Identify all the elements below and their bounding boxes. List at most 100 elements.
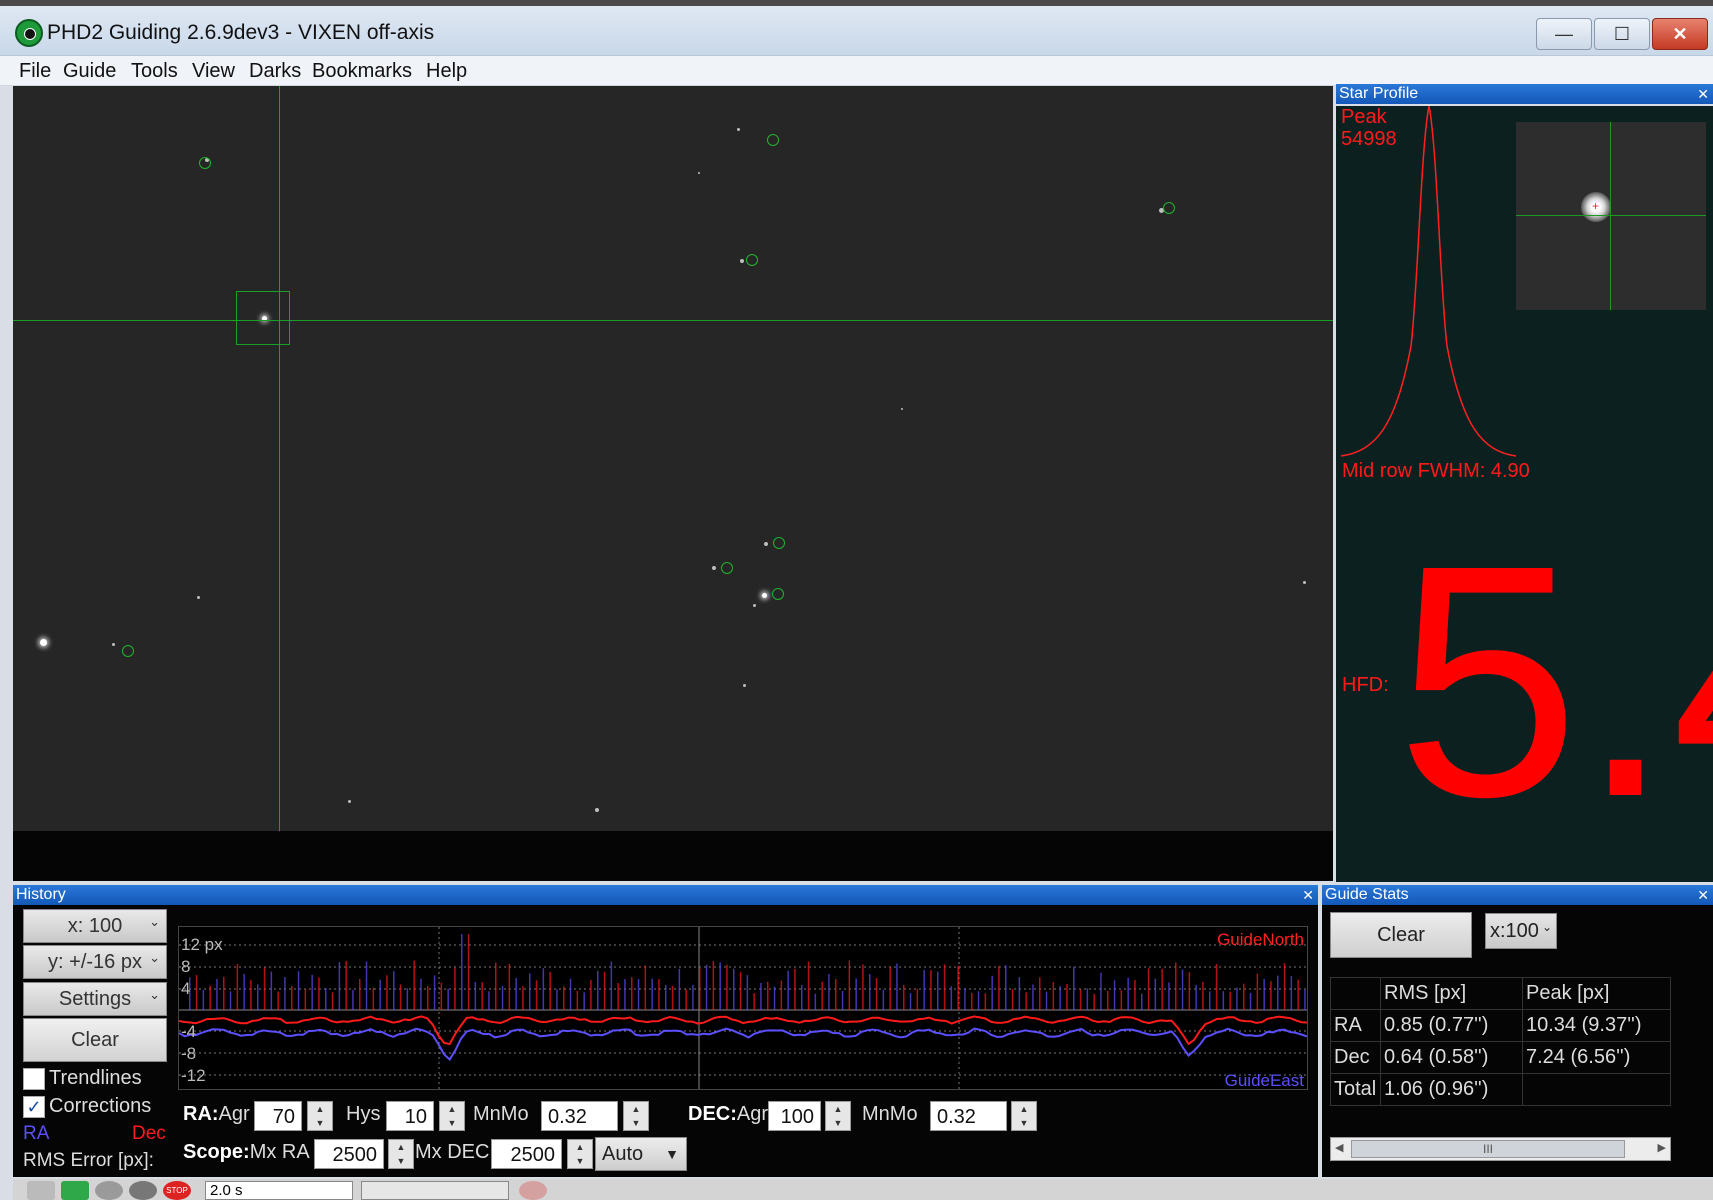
- close-button[interactable]: ✕: [1652, 18, 1708, 50]
- correction-bar: [549, 971, 551, 1010]
- close-icon[interactable]: ✕: [1302, 885, 1314, 905]
- camera-image[interactable]: [13, 86, 1333, 831]
- history-titlebar: History ✕: [13, 885, 1318, 905]
- correction-bar: [767, 981, 769, 1010]
- scrollbar-thumb[interactable]: III: [1351, 1140, 1625, 1158]
- menu-view[interactable]: View: [192, 60, 235, 83]
- menu-bookmarks[interactable]: Bookmarks: [312, 60, 412, 83]
- correction-bar: [624, 979, 626, 1010]
- menu-guide[interactable]: Guide: [63, 60, 116, 83]
- guide-stats-titlebar: Guide Stats ✕: [1322, 885, 1713, 905]
- table-cell: 0.64 (0.58''): [1380, 1041, 1523, 1074]
- ra-min-move-input[interactable]: 0.32: [541, 1101, 618, 1131]
- history-clear-button[interactable]: Clear: [23, 1018, 167, 1062]
- correction-bar: [821, 981, 823, 1010]
- dec-section-label: DEC:Agr: [688, 1103, 768, 1126]
- gamma-slider[interactable]: [361, 1181, 509, 1200]
- correction-bar: [386, 975, 388, 1010]
- y-scale-dropdown[interactable]: y: +/-16 px ⌄: [23, 945, 167, 979]
- correction-bar: [325, 988, 327, 1010]
- correction-bar: [454, 967, 456, 1010]
- correction-bar: [875, 978, 878, 1010]
- correction-bar: [678, 968, 681, 1010]
- hysteresis-input[interactable]: 10: [386, 1101, 434, 1131]
- candidate-star-marker: [721, 562, 733, 574]
- menu-tools[interactable]: Tools: [131, 60, 178, 83]
- stats-clear-button[interactable]: Clear: [1330, 912, 1472, 958]
- correction-bar: [787, 970, 789, 1010]
- corrections-checkbox[interactable]: ✓ Corrections: [23, 1095, 151, 1118]
- correction-bar: [1011, 989, 1014, 1010]
- title-bar: PHD2 Guiding 2.6.9dev3 - VIXEN off-axis …: [0, 6, 1713, 56]
- correction-bar: [569, 978, 572, 1010]
- dec-aggression-input[interactable]: 100: [768, 1101, 821, 1131]
- dec-min-move-input[interactable]: 0.32: [930, 1101, 1007, 1131]
- correction-bar: [801, 984, 803, 1010]
- maximize-button[interactable]: ☐: [1594, 18, 1650, 50]
- correction-bar: [882, 989, 885, 1010]
- auto-select-star-icon[interactable]: [95, 1181, 123, 1200]
- checkbox-unchecked-icon[interactable]: [23, 1067, 45, 1090]
- correction-bar: [284, 977, 286, 1010]
- ra-aggression-spinner[interactable]: ▲ ▼: [307, 1101, 333, 1131]
- correction-bar: [481, 982, 483, 1010]
- guide-icon[interactable]: [129, 1181, 157, 1200]
- scroll-left-icon[interactable]: ◀: [1335, 1141, 1343, 1154]
- correction-bar: [270, 971, 273, 1010]
- dec-aggression-spinner[interactable]: ▲ ▼: [825, 1101, 851, 1131]
- checkbox-checked-icon[interactable]: ✓: [23, 1095, 45, 1118]
- dec-guide-mode-select[interactable]: Auto ▼: [595, 1137, 687, 1171]
- stop-icon[interactable]: STOP: [163, 1181, 191, 1200]
- menu-darks[interactable]: Darks: [249, 60, 301, 83]
- correction-bar: [746, 975, 749, 1010]
- stats-x-scale-dropdown[interactable]: x:100 ⌄: [1485, 913, 1557, 949]
- max-dec-spinner[interactable]: ▲ ▼: [567, 1139, 593, 1169]
- exposure-select[interactable]: 2.0 s: [205, 1181, 353, 1200]
- brain-icon[interactable]: [519, 1181, 547, 1200]
- correction-bar: [318, 977, 320, 1010]
- hysteresis-spinner[interactable]: ▲ ▼: [439, 1101, 465, 1131]
- correction-bar: [556, 989, 558, 1010]
- settings-dropdown[interactable]: Settings ⌄: [23, 982, 167, 1016]
- close-icon[interactable]: ✕: [1697, 885, 1709, 905]
- correction-bar: [597, 970, 599, 1010]
- rms-error-label: RMS Error [px]:: [23, 1150, 154, 1171]
- star: [712, 566, 716, 570]
- correction-bar: [896, 963, 898, 1010]
- table-cell: 0.85 (0.77''): [1380, 1009, 1523, 1042]
- correction-bar: [1079, 989, 1082, 1010]
- ra-section: RA:: [183, 1103, 219, 1125]
- loop-icon[interactable]: [61, 1181, 89, 1200]
- correction-bar: [583, 992, 585, 1010]
- correction-bar: [1113, 980, 1116, 1010]
- menu-help[interactable]: Help: [426, 60, 467, 83]
- close-icon[interactable]: ✕: [1697, 84, 1709, 104]
- correction-bar: [501, 985, 504, 1010]
- ra-min-move-spinner[interactable]: ▲ ▼: [623, 1101, 649, 1131]
- correction-bar: [943, 964, 946, 1010]
- hfd-label: HFD:: [1342, 674, 1389, 696]
- scope-section-label: Scope:Mx RA: [183, 1141, 310, 1164]
- minimize-button[interactable]: —: [1536, 18, 1592, 50]
- correction-bar: [1304, 989, 1306, 1010]
- ra-aggression-input[interactable]: 70: [254, 1101, 302, 1131]
- correction-bar: [971, 992, 973, 1010]
- trendlines-checkbox[interactable]: Trendlines: [23, 1067, 142, 1090]
- correction-bar: [393, 971, 395, 1010]
- correction-bar: [903, 985, 905, 1010]
- star: [348, 800, 351, 803]
- stats-horizontal-scrollbar[interactable]: ◀ III ▶: [1330, 1137, 1671, 1161]
- x-scale-dropdown[interactable]: x: 100 ⌄: [23, 909, 167, 943]
- menu-file[interactable]: File: [19, 60, 51, 83]
- max-ra-spinner[interactable]: ▲ ▼: [388, 1139, 414, 1169]
- scroll-right-icon[interactable]: ▶: [1658, 1141, 1666, 1154]
- correction-bar: [739, 972, 742, 1010]
- max-dec-input[interactable]: 2500: [491, 1139, 562, 1169]
- correction-bar: [467, 934, 470, 1010]
- correction-bar: [780, 980, 783, 1010]
- history-panel: x: 100 ⌄ y: +/-16 px ⌄ Settings ⌄ Clear Tre…: [13, 905, 1318, 1177]
- correction-bar: [889, 967, 891, 1010]
- dec-min-move-spinner[interactable]: ▲ ▼: [1011, 1101, 1037, 1131]
- camera-connect-icon[interactable]: [27, 1181, 55, 1200]
- max-ra-input[interactable]: 2500: [314, 1139, 384, 1169]
